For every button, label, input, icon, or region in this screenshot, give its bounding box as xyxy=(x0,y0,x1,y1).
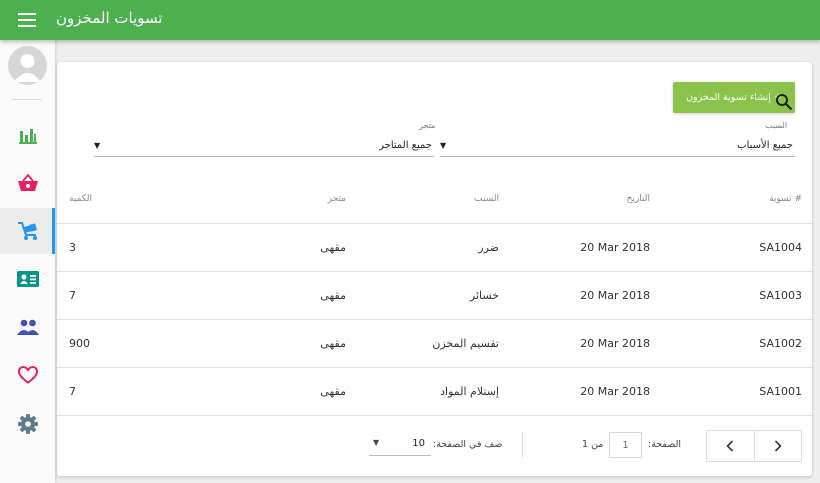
adjustment-number[interactable]: SA1001 xyxy=(759,385,802,398)
sidebar-item-loyalty[interactable] xyxy=(0,352,55,398)
adjustment-reason: تقسيم المخزن xyxy=(432,337,499,350)
column-header-quantity[interactable]: الكمية xyxy=(69,194,92,204)
adjustment-quantity: 7 xyxy=(69,385,76,398)
rows-per-page-select[interactable]: ▼ 10 xyxy=(369,435,431,456)
rows-per-page-label: صف في الصفحة: xyxy=(433,439,503,450)
cart-icon xyxy=(17,222,37,240)
avatar[interactable] xyxy=(8,46,47,85)
heart-icon xyxy=(17,366,38,384)
sidebar-item-customers[interactable] xyxy=(0,256,55,302)
adjustment-store: مقهى xyxy=(320,289,346,302)
adjustment-date: 20 Mar 2018 xyxy=(580,385,650,398)
adjustment-store: مقهى xyxy=(320,241,346,254)
pagination-divider xyxy=(522,432,523,458)
adjustment-number[interactable]: SA1002 xyxy=(759,337,802,350)
id-card-icon xyxy=(16,271,39,287)
sidebar-item-employees[interactable] xyxy=(0,304,55,350)
page-count: من 1 xyxy=(582,439,604,450)
column-header-date[interactable]: التاريخ xyxy=(627,194,650,204)
basket-icon xyxy=(17,174,38,191)
bar-chart-icon xyxy=(18,129,37,144)
reason-filter-select[interactable]: جميع الأسباب ▼ xyxy=(440,137,795,157)
dropdown-arrow-icon: ▼ xyxy=(440,141,447,150)
page-label: الصفحة: xyxy=(648,439,682,450)
search-icon[interactable] xyxy=(775,93,793,111)
adjustment-number[interactable]: SA1004 xyxy=(759,241,802,254)
sidebar-divider xyxy=(12,99,42,100)
gear-icon xyxy=(17,414,38,434)
adjustment-reason: خسائر xyxy=(469,289,499,302)
column-header-number[interactable]: تسوية # xyxy=(769,194,802,204)
reason-filter-label: السبب xyxy=(765,121,788,130)
adjustment-date: 20 Mar 2018 xyxy=(580,337,650,350)
sidebar-item-inventory[interactable] xyxy=(0,208,55,254)
dropdown-arrow-icon: ▼ xyxy=(94,141,101,150)
sidebar xyxy=(0,40,55,483)
pagination-buttons xyxy=(706,430,802,462)
table-divider xyxy=(57,223,812,224)
column-header-reason[interactable]: السبب xyxy=(474,194,499,204)
table-divider xyxy=(57,271,812,272)
table-divider xyxy=(57,415,812,416)
store-filter-label: متجر xyxy=(419,121,436,130)
store-filter-value: جميع المتاجر xyxy=(379,140,432,151)
store-filter-select[interactable]: جميع المتاجر ▼ xyxy=(94,137,434,157)
reason-filter-value: جميع الأسباب xyxy=(737,140,793,151)
people-icon xyxy=(16,319,39,335)
adjustment-quantity: 7 xyxy=(69,289,76,302)
sidebar-item-reports[interactable] xyxy=(0,112,55,158)
rows-per-page-value: 10 xyxy=(412,438,425,449)
adjustments-card: + إنشاء تسوية المخزون السبب جميع الأسباب… xyxy=(57,62,812,476)
adjustment-reason: ضرر xyxy=(478,241,499,254)
table-divider xyxy=(57,367,812,368)
adjustment-reason: إستلام المواد xyxy=(440,385,499,398)
app-bar: تسويات المخزون xyxy=(0,0,820,40)
user-icon xyxy=(14,54,41,82)
chevron-left-icon[interactable] xyxy=(707,431,754,461)
adjustment-store: مقهى xyxy=(320,385,346,398)
table-divider xyxy=(57,319,812,320)
sidebar-item-sales[interactable] xyxy=(0,160,55,206)
adjustment-date: 20 Mar 2018 xyxy=(580,289,650,302)
sidebar-item-settings[interactable] xyxy=(0,401,55,447)
page-title: تسويات المخزون xyxy=(56,9,163,27)
adjustment-store: مقهى xyxy=(320,337,346,350)
page-number-input[interactable]: 1 xyxy=(609,432,642,458)
menu-icon[interactable] xyxy=(18,13,36,27)
adjustment-date: 20 Mar 2018 xyxy=(580,241,650,254)
chevron-right-icon[interactable] xyxy=(753,431,802,461)
dropdown-arrow-icon: ▼ xyxy=(373,438,380,447)
column-header-store[interactable]: متجر xyxy=(328,194,346,204)
adjustment-quantity: 3 xyxy=(69,241,76,254)
adjustment-quantity: 900 xyxy=(69,337,90,350)
adjustment-number[interactable]: SA1003 xyxy=(759,289,802,302)
